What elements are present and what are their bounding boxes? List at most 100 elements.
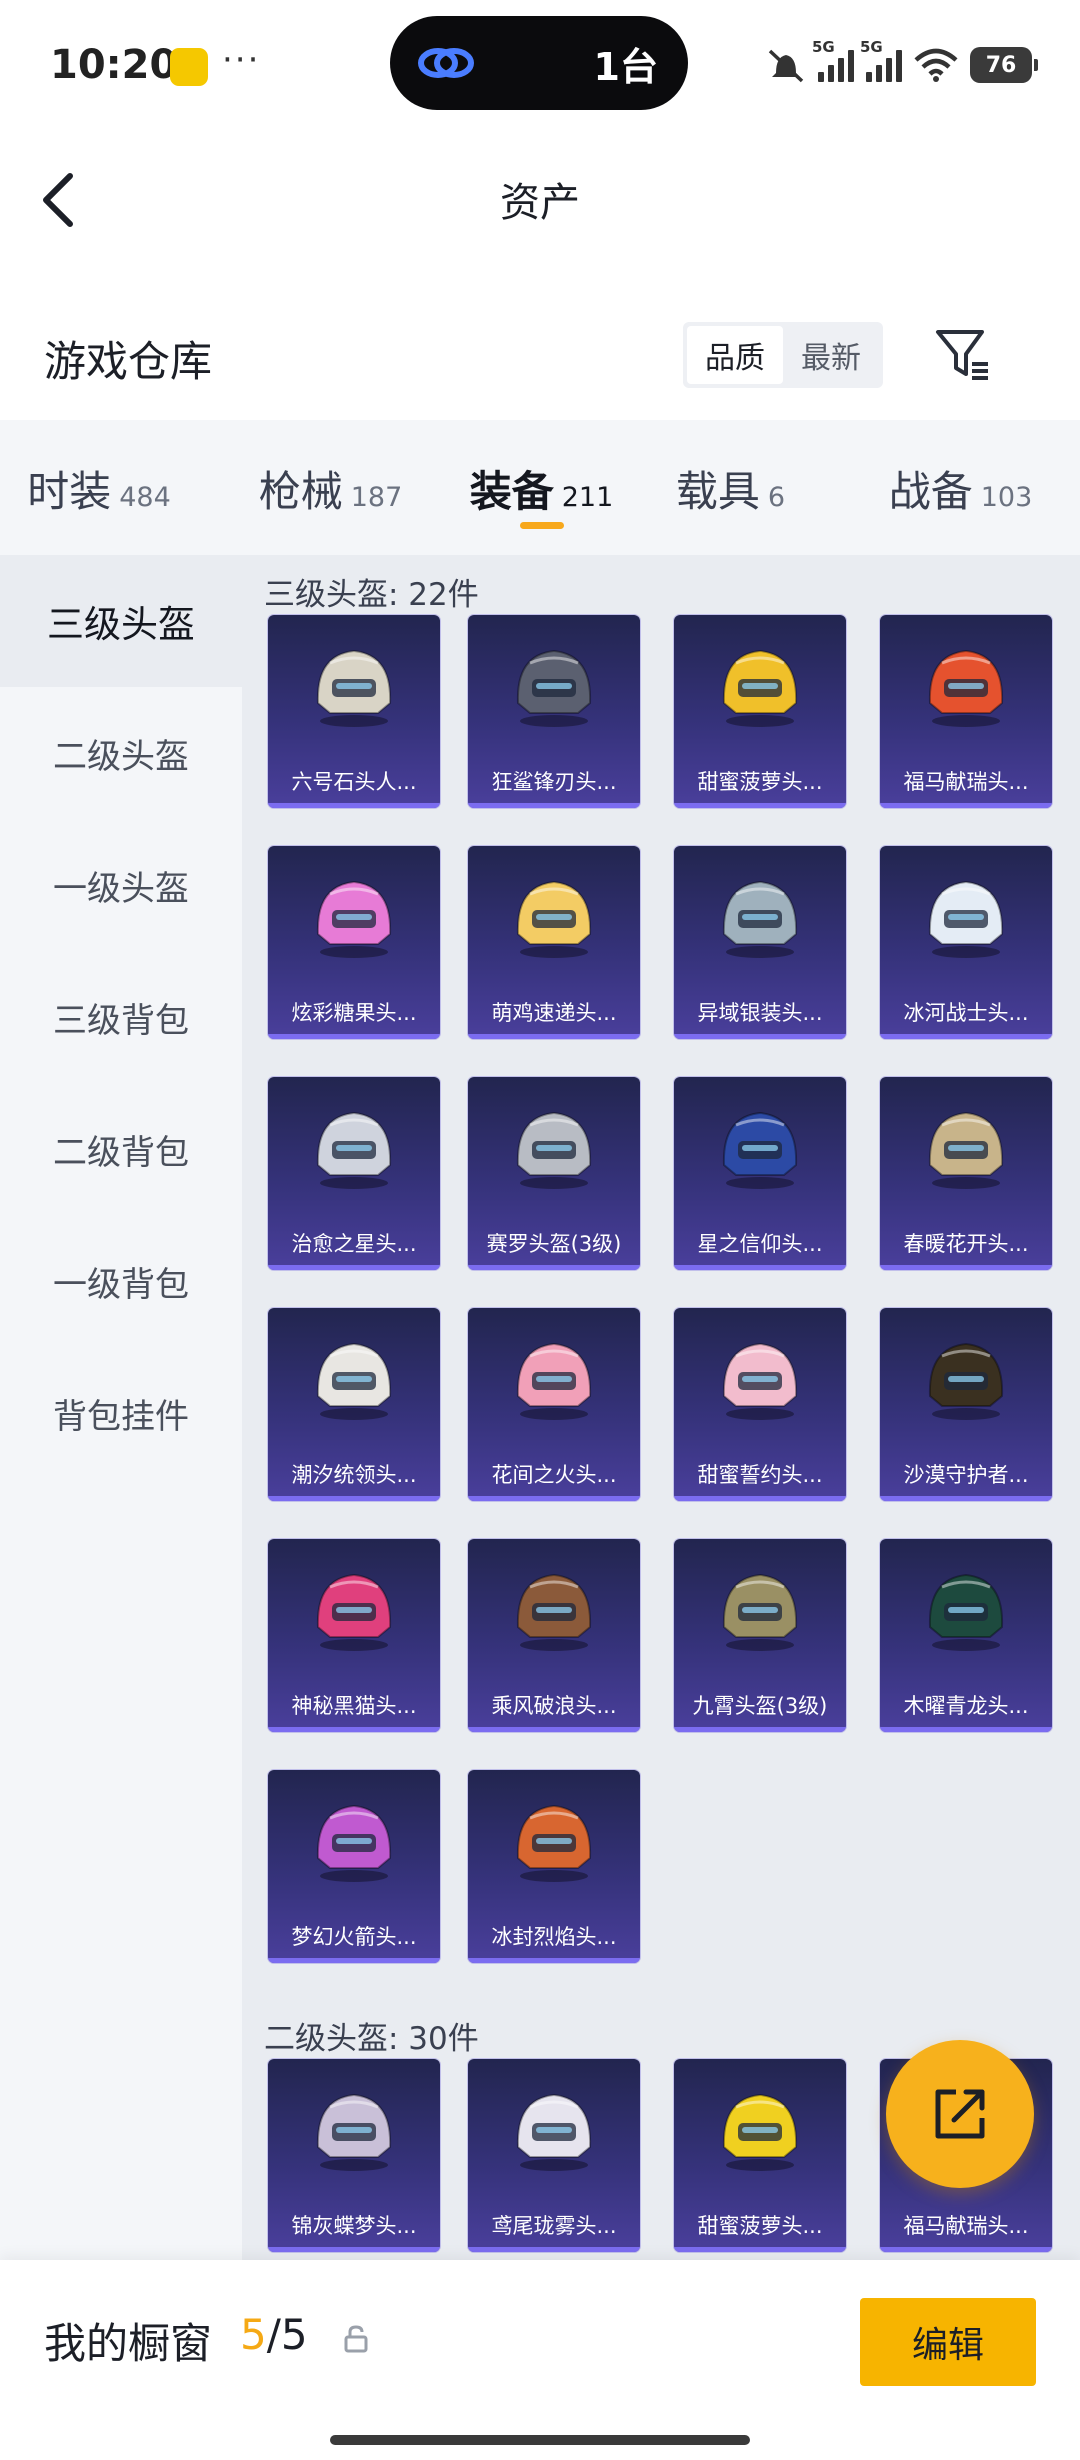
- item-card[interactable]: 九霄头盔(3级): [674, 1539, 846, 1732]
- item-card[interactable]: 花间之火头...: [468, 1308, 640, 1501]
- tab-3[interactable]: 载具 6: [620, 420, 841, 555]
- item-card[interactable]: 木曜青龙头...: [880, 1539, 1052, 1732]
- share-icon: [935, 2089, 985, 2139]
- status-bar: 10:20 ··· 1台 5G 5G 76: [0, 0, 1080, 130]
- mute-icon: [768, 49, 804, 83]
- helmet-icon: [304, 633, 404, 733]
- item-card[interactable]: 鸢尾珑雾头...: [468, 2059, 640, 2252]
- device-count: 1台: [593, 45, 658, 89]
- helmet-icon: [710, 1557, 810, 1657]
- helmet-icon: [504, 864, 604, 964]
- helmet-icon: [304, 2077, 404, 2177]
- tab-label: 装备: [469, 467, 554, 516]
- wifi-icon: [914, 48, 958, 82]
- item-card[interactable]: 狂鲨锋刃头...: [468, 615, 640, 808]
- more-notifications-icon: ···: [222, 40, 261, 80]
- item-card[interactable]: 甜蜜菠萝头...: [674, 615, 846, 808]
- item-name: 沙漠守护者...: [903, 1463, 1029, 1487]
- section-title: 三级头盔: 22件: [264, 577, 479, 613]
- status-icons: 5G 5G 76: [766, 38, 1038, 88]
- sidebar-item[interactable]: 一级头盔: [0, 819, 242, 951]
- tab-label: 枪械: [258, 467, 343, 516]
- item-name: 乘风破浪头...: [491, 1694, 617, 1718]
- edit-button[interactable]: 编辑: [860, 2298, 1036, 2386]
- filter-icon[interactable]: [934, 326, 992, 384]
- helmet-icon: [916, 864, 1016, 964]
- helmet-icon: [304, 864, 404, 964]
- item-card[interactable]: 潮汐统领头...: [268, 1308, 440, 1501]
- sidebar-item[interactable]: 二级头盔: [0, 687, 242, 819]
- sort-quality-button[interactable]: 品质: [687, 326, 783, 384]
- sidebar-item[interactable]: 背包挂件: [0, 1347, 242, 1479]
- sidebar-item[interactable]: 二级背包: [0, 1083, 242, 1215]
- item-card[interactable]: 六号石头人...: [268, 615, 440, 808]
- item-card[interactable]: 梦幻火箭头...: [268, 1770, 440, 1963]
- helmet-icon: [710, 864, 810, 964]
- item-name: 冰封烈焰头...: [491, 1925, 617, 1949]
- item-card[interactable]: 治愈之星头...: [268, 1077, 440, 1270]
- item-name: 甜蜜菠萝头...: [697, 770, 823, 794]
- item-name: 九霄头盔(3级): [692, 1694, 828, 1718]
- helmet-icon: [504, 1788, 604, 1888]
- sidebar-item[interactable]: 三级背包: [0, 951, 242, 1083]
- helmet-icon: [916, 1326, 1016, 1426]
- helmet-icon: [710, 2077, 810, 2177]
- item-name: 鸢尾珑雾头...: [491, 2214, 617, 2238]
- item-name: 锦灰蝶梦头...: [291, 2214, 417, 2238]
- share-button[interactable]: [886, 2040, 1034, 2188]
- tab-count: 211: [561, 482, 614, 513]
- item-card[interactable]: 沙漠守护者...: [880, 1308, 1052, 1501]
- sort-latest-button[interactable]: 最新: [783, 326, 879, 384]
- item-card[interactable]: 福马献瑞头...: [880, 615, 1052, 808]
- item-grid: 三级头盔: 22件六号石头人... 狂鲨锋刃头... 甜蜜菠萝头... 福马献瑞头..…: [242, 555, 1080, 2260]
- item-card[interactable]: 萌鸡速递头...: [468, 846, 640, 1039]
- item-card[interactable]: 冰封烈焰头...: [468, 1770, 640, 1963]
- tab-count: 6: [767, 482, 786, 513]
- item-card[interactable]: 锦灰蝶梦头...: [268, 2059, 440, 2252]
- tab-count: 187: [350, 482, 403, 513]
- item-name: 冰河战士头...: [903, 1001, 1029, 1025]
- tab-label: 时装: [27, 467, 112, 516]
- repo-header: 游戏仓库 品质 最新: [0, 300, 1080, 420]
- sidebar-item[interactable]: 一级背包: [0, 1215, 242, 1347]
- helmet-icon: [504, 2077, 604, 2177]
- link-icon: [418, 48, 474, 78]
- helmet-icon: [304, 1788, 404, 1888]
- item-name: 治愈之星头...: [291, 1232, 417, 1256]
- sort-toggle: 品质 最新: [683, 322, 883, 388]
- item-card[interactable]: 甜蜜誓约头...: [674, 1308, 846, 1501]
- page-title: 资产: [500, 180, 580, 226]
- lock-icon: [344, 2325, 368, 2353]
- home-indicator[interactable]: [330, 2435, 750, 2445]
- item-card[interactable]: 神秘黑猫头...: [268, 1539, 440, 1732]
- showcase-current: 5: [240, 2310, 267, 2359]
- item-name: 炫彩糖果头...: [291, 1001, 417, 1025]
- item-name: 木曜青龙头...: [903, 1694, 1029, 1718]
- item-card[interactable]: 冰河战士头...: [880, 846, 1052, 1039]
- item-card[interactable]: 春暖花开头...: [880, 1077, 1052, 1270]
- helmet-icon: [710, 633, 810, 733]
- dynamic-island[interactable]: 1台: [390, 16, 688, 110]
- item-name: 异域银装头...: [697, 1001, 823, 1025]
- signal-icon-sim2: 5G: [860, 38, 902, 82]
- helmet-icon: [304, 1557, 404, 1657]
- item-card[interactable]: 星之信仰头...: [674, 1077, 846, 1270]
- item-card[interactable]: 炫彩糖果头...: [268, 846, 440, 1039]
- item-card[interactable]: 乘风破浪头...: [468, 1539, 640, 1732]
- item-name: 福马献瑞头...: [903, 770, 1029, 794]
- item-name: 六号石头人...: [291, 770, 417, 794]
- item-name: 狂鲨锋刃头...: [491, 770, 617, 794]
- tab-2[interactable]: 装备 211: [463, 420, 620, 555]
- tab-0[interactable]: 时装 484: [0, 420, 198, 555]
- item-name: 星之信仰头...: [697, 1232, 823, 1256]
- item-name: 赛罗头盔(3级): [486, 1232, 622, 1256]
- tab-1[interactable]: 枪械 187: [198, 420, 463, 555]
- sidebar-item[interactable]: 三级头盔: [0, 555, 242, 687]
- item-name: 春暖花开头...: [903, 1232, 1029, 1256]
- showcase-count: 5/5: [240, 2310, 308, 2359]
- tab-4[interactable]: 战备 103: [841, 420, 1080, 555]
- showcase-label: 我的橱窗: [44, 2319, 213, 2368]
- item-card[interactable]: 异域银装头...: [674, 846, 846, 1039]
- item-card[interactable]: 甜蜜菠萝头...: [674, 2059, 846, 2252]
- item-card[interactable]: 赛罗头盔(3级): [468, 1077, 640, 1270]
